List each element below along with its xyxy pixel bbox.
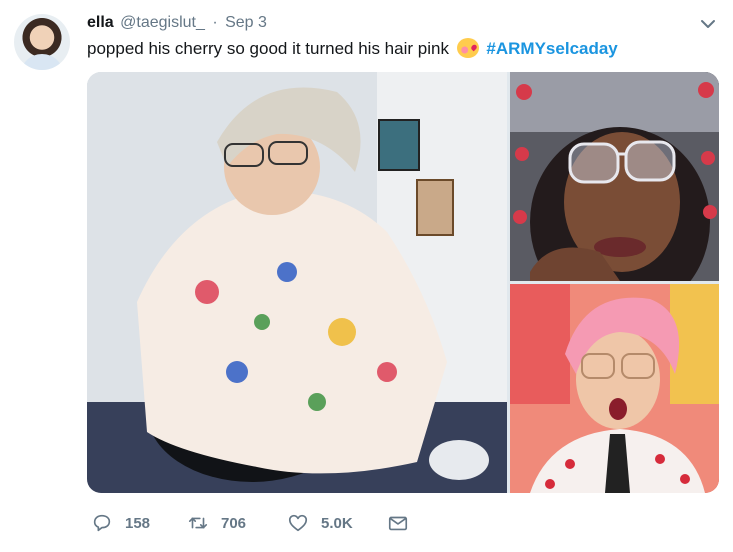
media-grid [87,72,719,493]
retweet-button[interactable]: 706 [187,510,246,536]
chevron-down-icon[interactable] [697,14,719,34]
retweet-icon [188,517,208,529]
reply-button[interactable]: 158 [91,510,150,536]
like-count: 5.0K [321,514,353,532]
tweet[interactable]: ella @taegislut_ · Sep 3 popped his cher… [0,0,733,552]
user-handle[interactable]: @taegislut_ [120,14,205,31]
display-name[interactable]: ella [87,14,114,31]
reply-count: 158 [125,514,151,532]
heart-icon [288,514,308,532]
retweet-count: 706 [221,514,247,532]
reply-icon [93,514,111,532]
avatar-shirt [20,54,64,70]
photo-man-floral-shirt[interactable] [87,72,507,493]
hashtag-link[interactable]: #ARMYselcaday [486,39,617,58]
tweet-text: popped his cherry so good it turned his … [87,38,618,59]
kissing-face-emoji-icon [456,38,479,58]
tweet-header: ella @taegislut_ · Sep 3 [87,14,267,34]
envelope-icon [388,516,408,531]
separator-dot: · [212,14,218,31]
like-button[interactable]: 5.0K [287,510,353,536]
photo-selfie-glasses[interactable] [510,72,719,281]
avatar[interactable] [14,14,70,70]
tweet-date[interactable]: Sep 3 [225,14,267,31]
tweet-text-body: popped his cherry so good it turned his … [87,39,449,58]
direct-message-button[interactable] [387,510,409,536]
photo-pink-hair-man[interactable] [510,284,719,493]
